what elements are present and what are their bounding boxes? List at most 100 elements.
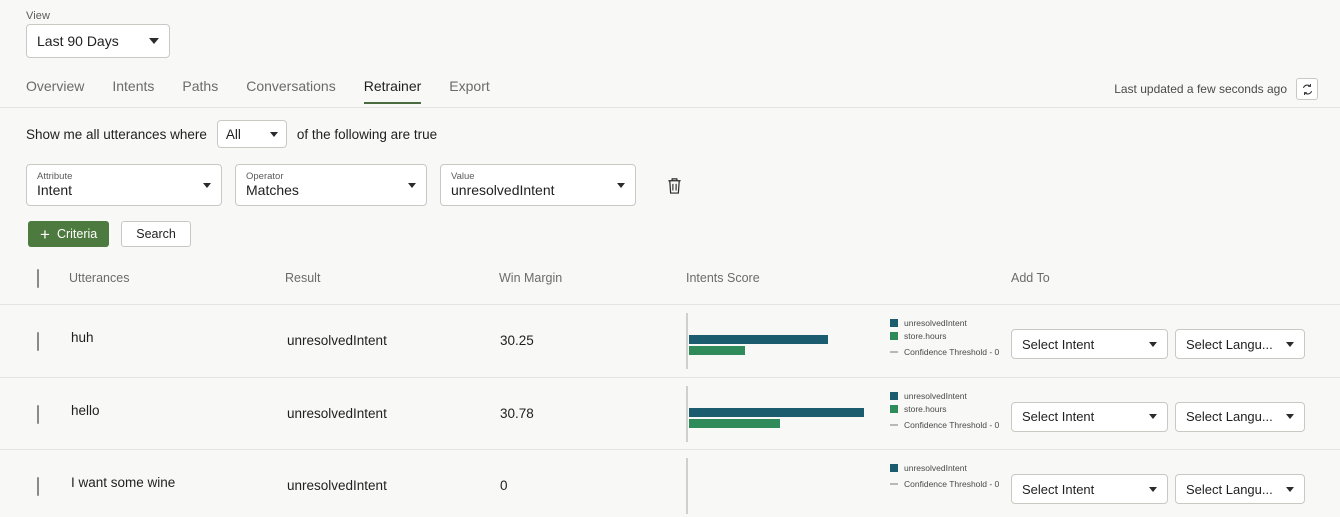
view-label: View — [26, 10, 170, 22]
legend-item: unresolvedIntent — [890, 463, 1010, 473]
legend-swatch-icon — [890, 319, 898, 327]
chart-bar-unresolvedintent — [689, 335, 828, 344]
table-row: hello unresolvedIntent 30.78 unresolvedI… — [0, 378, 1340, 451]
retrainer-page: View Last 90 Days Overview Intents Paths… — [0, 0, 1340, 517]
add-to-intent-select[interactable]: Select Intent — [1011, 402, 1168, 432]
add-to-intent-value: Select Intent — [1022, 409, 1149, 424]
tab-retrainer[interactable]: Retrainer — [350, 74, 436, 104]
chevron-down-icon — [1286, 342, 1294, 347]
legend-item: store.hours — [890, 404, 1010, 414]
query-suffix: of the following are true — [297, 127, 437, 142]
legend-dash-icon — [890, 483, 898, 485]
add-to-language-select[interactable]: Select Langu... — [1175, 329, 1305, 359]
legend-item-threshold: Confidence Threshold - 0 — [890, 420, 1010, 430]
tab-overview[interactable]: Overview — [26, 74, 98, 104]
legend-item-threshold: Confidence Threshold - 0 — [890, 479, 1010, 489]
legend-threshold-label: Confidence Threshold - 0 — [904, 479, 999, 489]
last-updated-text: Last updated a few seconds ago — [1114, 82, 1287, 96]
chevron-down-icon — [408, 183, 416, 188]
legend-label: store.hours — [904, 404, 947, 414]
chart-bar-store-hours — [689, 346, 745, 355]
tab-intents[interactable]: Intents — [98, 74, 168, 104]
last-updated-group: Last updated a few seconds ago — [1114, 78, 1318, 100]
intents-score-chart — [686, 386, 882, 442]
column-header-add-to: Add To — [1011, 271, 1050, 285]
results-table: Utterances Result Win Margin Intents Sco… — [0, 258, 1340, 517]
row-checkbox[interactable] — [37, 478, 39, 496]
column-header-intents-score: Intents Score — [686, 271, 760, 285]
table-row: I want some wine unresolvedIntent 0 unre… — [0, 450, 1340, 517]
tab-export[interactable]: Export — [435, 74, 503, 104]
add-to-language-value: Select Langu... — [1186, 337, 1286, 352]
intents-score-chart — [686, 458, 882, 514]
chart-bar-unresolvedintent — [689, 408, 864, 417]
view-select-value: Last 90 Days — [37, 33, 149, 49]
value-value: unresolvedIntent — [451, 182, 617, 199]
intents-score-chart — [686, 313, 882, 369]
cell-utterance: I want some wine — [71, 475, 175, 490]
select-all-checkbox[interactable] — [37, 270, 39, 288]
tabs-list: Overview Intents Paths Conversations Ret… — [26, 74, 504, 104]
criteria-row: Attribute Intent Operator Matches Value … — [26, 164, 685, 206]
chevron-down-icon — [270, 132, 278, 137]
legend-swatch-icon — [890, 392, 898, 400]
match-mode-select[interactable]: All — [217, 120, 287, 148]
column-header-utterances: Utterances — [69, 271, 129, 285]
chart-legend: unresolvedIntent Confidence Threshold - … — [890, 463, 1010, 492]
view-filter: View Last 90 Days — [26, 10, 170, 58]
add-to-intent-select[interactable]: Select Intent — [1011, 329, 1168, 359]
action-buttons: + Criteria Search — [28, 221, 191, 247]
row-checkbox[interactable] — [37, 406, 39, 424]
query-prefix: Show me all utterances where — [26, 127, 207, 142]
chevron-down-icon — [1149, 342, 1157, 347]
table-header-row: Utterances Result Win Margin Intents Sco… — [0, 258, 1340, 305]
tab-paths[interactable]: Paths — [168, 74, 232, 104]
match-mode-value: All — [226, 127, 270, 142]
chevron-down-icon — [1286, 487, 1294, 492]
chart-axis — [686, 458, 688, 514]
view-select[interactable]: Last 90 Days — [26, 24, 170, 58]
operator-value: Matches — [246, 182, 408, 199]
delete-criteria-button[interactable] — [663, 173, 685, 197]
query-builder-row: Show me all utterances where All of the … — [26, 120, 437, 148]
cell-result: unresolvedIntent — [287, 333, 387, 348]
chart-axis — [686, 386, 688, 442]
add-criteria-button[interactable]: + Criteria — [28, 221, 109, 247]
cell-win-margin: 30.78 — [500, 406, 534, 421]
add-to-intent-value: Select Intent — [1022, 337, 1149, 352]
column-header-win-margin: Win Margin — [499, 271, 562, 285]
attribute-select[interactable]: Attribute Intent — [26, 164, 222, 206]
legend-dash-icon — [890, 351, 898, 353]
legend-threshold-label: Confidence Threshold - 0 — [904, 347, 999, 357]
add-to-language-select[interactable]: Select Langu... — [1175, 474, 1305, 504]
add-to-language-value: Select Langu... — [1186, 482, 1286, 497]
cell-result: unresolvedIntent — [287, 478, 387, 493]
cell-result: unresolvedIntent — [287, 406, 387, 421]
legend-label: store.hours — [904, 331, 947, 341]
tab-bar: Overview Intents Paths Conversations Ret… — [0, 74, 1340, 108]
add-criteria-label: Criteria — [57, 227, 97, 241]
plus-icon: + — [40, 226, 50, 243]
legend-label: unresolvedIntent — [904, 318, 967, 328]
add-to-language-select[interactable]: Select Langu... — [1175, 402, 1305, 432]
add-to-intent-select[interactable]: Select Intent — [1011, 474, 1168, 504]
refresh-button[interactable] — [1296, 78, 1318, 100]
trash-icon — [666, 176, 683, 195]
row-checkbox[interactable] — [37, 333, 39, 351]
chart-legend: unresolvedIntent store.hours Confidence … — [890, 391, 1010, 433]
value-select[interactable]: Value unresolvedIntent — [440, 164, 636, 206]
search-button[interactable]: Search — [121, 221, 191, 247]
add-to-intent-value: Select Intent — [1022, 482, 1149, 497]
attribute-value: Intent — [37, 182, 203, 199]
operator-select[interactable]: Operator Matches — [235, 164, 427, 206]
chart-legend: unresolvedIntent store.hours Confidence … — [890, 318, 1010, 360]
legend-swatch-icon — [890, 332, 898, 340]
legend-item: unresolvedIntent — [890, 318, 1010, 328]
chevron-down-icon — [1149, 487, 1157, 492]
cell-utterance: huh — [71, 330, 94, 345]
tab-conversations[interactable]: Conversations — [232, 74, 350, 104]
refresh-icon — [1301, 83, 1314, 96]
legend-swatch-icon — [890, 405, 898, 413]
legend-item-threshold: Confidence Threshold - 0 — [890, 347, 1010, 357]
legend-item: store.hours — [890, 331, 1010, 341]
